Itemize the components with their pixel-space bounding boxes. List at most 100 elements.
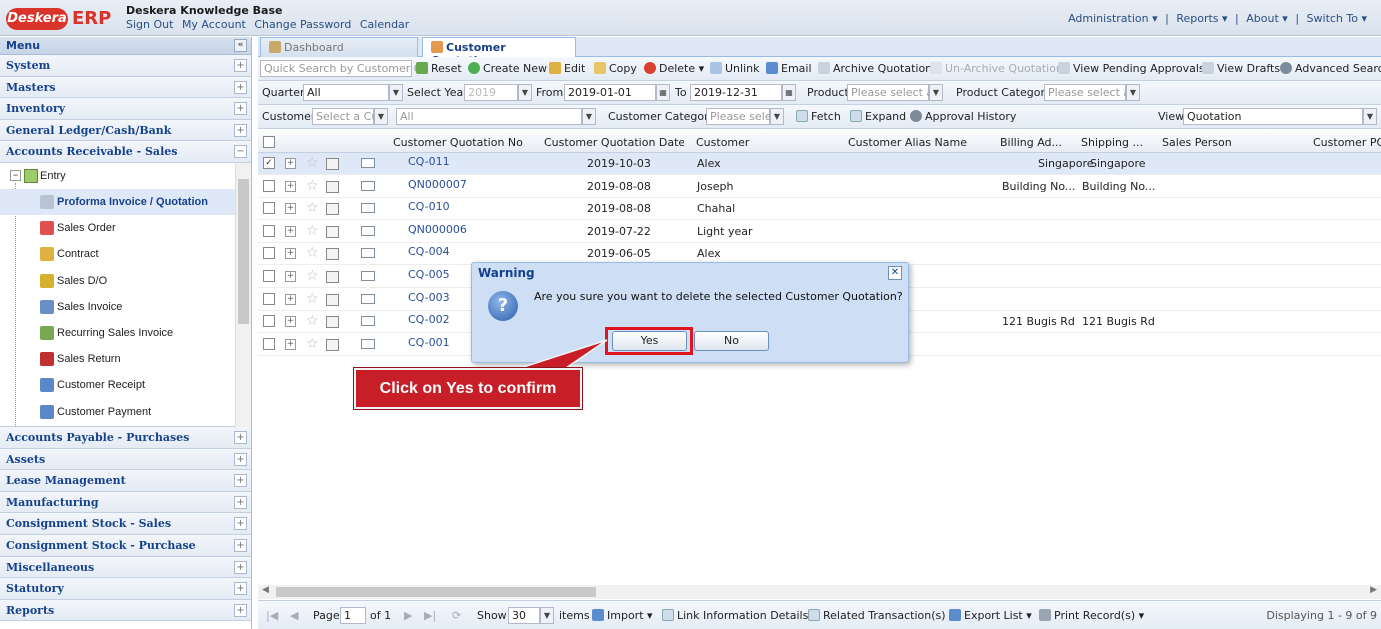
quotation-number[interactable]: CQ-011 xyxy=(408,155,450,168)
column-header[interactable]: Customer xyxy=(696,136,836,149)
calendar-icon[interactable]: ▦ xyxy=(656,84,670,101)
envelope-icon[interactable] xyxy=(361,271,375,281)
expand-icon[interactable]: + xyxy=(234,582,247,596)
envelope-icon[interactable] xyxy=(361,158,375,168)
scroll-right-icon[interactable]: ▶ xyxy=(1370,585,1377,595)
row-checkbox[interactable] xyxy=(263,179,275,192)
refresh-icon[interactable]: ⟳ xyxy=(452,609,461,622)
sidebar-item-contract[interactable]: Contract xyxy=(0,241,236,267)
envelope-icon[interactable] xyxy=(361,293,375,304)
view-pending-approvals-button[interactable]: View Pending Approvals xyxy=(1058,62,1205,75)
printer-icon[interactable] xyxy=(326,180,339,193)
quotation-number[interactable]: CQ-004 xyxy=(408,245,450,258)
deskera-logo[interactable]: Deskera ERP xyxy=(6,8,118,30)
printer-icon[interactable] xyxy=(326,338,339,351)
quotation-number[interactable]: CQ-002 xyxy=(408,313,450,326)
envelope-icon[interactable] xyxy=(361,316,375,327)
expand-row-icon[interactable]: + xyxy=(285,225,296,237)
view-select[interactable]: Quotation xyxy=(1183,108,1363,125)
expand-icon[interactable]: + xyxy=(234,560,247,574)
table-row[interactable]: + ☆ CQ-010 2019-08-08 Chahal xyxy=(258,198,1381,221)
expand-icon[interactable]: + xyxy=(234,452,247,466)
quotation-number[interactable]: CQ-001 xyxy=(408,336,450,349)
printer-icon[interactable] xyxy=(326,293,339,306)
product-select[interactable]: Please select a xyxy=(847,84,933,101)
expand-icon[interactable]: + xyxy=(234,603,247,617)
envelope-icon[interactable] xyxy=(361,225,375,236)
star-icon[interactable]: ☆ xyxy=(306,178,319,194)
sidebar-section-consignment-stock-purchase[interactable]: Consignment Stock - Purchase + xyxy=(0,534,251,557)
sidebar-item-sales-order[interactable]: Sales Order xyxy=(0,215,236,241)
sidebar-section-manufacturing[interactable]: Manufacturing + xyxy=(0,491,251,514)
printer-icon[interactable] xyxy=(326,225,339,238)
star-icon[interactable]: ☆ xyxy=(306,200,319,216)
expand-row-icon[interactable]: + xyxy=(285,338,296,350)
sidebar-section-masters[interactable]: Masters + xyxy=(0,76,251,99)
customer-filter-select[interactable]: All xyxy=(396,108,582,125)
sidebar-section-accounts-payable-purchases[interactable]: Accounts Payable - Purchases + xyxy=(0,426,251,449)
select-all-checkbox[interactable] xyxy=(263,136,275,148)
sidebar-section-reports[interactable]: Reports + xyxy=(0,599,251,622)
administration-menu[interactable]: Administration ▾ xyxy=(1068,12,1158,25)
chevron-down-icon[interactable]: ▼ xyxy=(389,84,403,101)
sidebar-section-miscellaneous[interactable]: Miscellaneous + xyxy=(0,556,251,579)
page-number-input[interactable]: 1 xyxy=(340,607,366,624)
my-account-link[interactable]: My Account xyxy=(182,18,246,31)
tab-dashboard[interactable]: Dashboard xyxy=(260,37,418,57)
row-checkbox[interactable] xyxy=(263,315,275,328)
column-header[interactable]: Customer Quotation Date... xyxy=(544,136,684,149)
archive-quotation-button[interactable]: Archive Quotation xyxy=(818,62,932,75)
horizontal-scrollbar[interactable]: ◀ ▶ xyxy=(258,585,1381,599)
column-header[interactable]: Customer PO xyxy=(1313,136,1381,149)
reports-menu[interactable]: Reports ▾ xyxy=(1176,12,1227,25)
delete-button[interactable]: Delete ▾ xyxy=(644,62,704,75)
sidebar-section-assets[interactable]: Assets + xyxy=(0,448,251,471)
sidebar-item-sales-invoice[interactable]: Sales Invoice xyxy=(0,294,236,320)
first-page-icon[interactable]: |◀ xyxy=(266,609,278,622)
sign-out-link[interactable]: Sign Out xyxy=(126,18,173,31)
table-row[interactable]: ✓ + ☆ CQ-011 2019-10-03 Alex Singapore Singapor… xyxy=(258,153,1381,175)
sidebar-section-consignment-stock-sales[interactable]: Consignment Stock - Sales + xyxy=(0,513,251,535)
chevron-down-icon[interactable]: ▼ xyxy=(540,607,554,624)
expand-row-icon[interactable]: + xyxy=(285,248,296,260)
envelope-icon[interactable] xyxy=(361,338,375,349)
tab-customer-quotation[interactable]: Customer Quotati...✕ xyxy=(422,37,576,67)
collapse-node-icon[interactable]: − xyxy=(10,169,21,181)
change-password-link[interactable]: Change Password xyxy=(254,18,351,31)
fetch-button[interactable]: Fetch xyxy=(796,110,841,123)
envelope-icon[interactable] xyxy=(361,248,375,259)
expand-row-icon[interactable]: + xyxy=(285,271,296,282)
table-row[interactable]: + ☆ QN000006 2019-07-22 Light year xyxy=(258,221,1381,243)
star-icon[interactable]: ☆ xyxy=(306,245,319,261)
collapse-sidebar-button[interactable]: « xyxy=(234,39,247,52)
printer-icon[interactable] xyxy=(326,158,339,170)
customer-select[interactable]: Select a Cu xyxy=(312,108,378,125)
column-header[interactable]: Sales Person xyxy=(1162,136,1302,149)
expand-icon[interactable]: + xyxy=(234,538,247,552)
quarter-select[interactable]: All xyxy=(303,84,389,101)
export-list-button[interactable]: Export List ▾ xyxy=(949,609,1032,622)
expand-icon[interactable]: + xyxy=(234,59,247,72)
column-header[interactable]: Customer Alias Name xyxy=(848,136,988,149)
sidebar-section-inventory[interactable]: Inventory + xyxy=(0,98,251,120)
chevron-down-icon[interactable]: ▼ xyxy=(770,108,784,125)
scrollbar-thumb[interactable] xyxy=(238,178,249,324)
column-header[interactable]: Billing Ad... xyxy=(1000,136,1072,149)
customer-category-select[interactable]: Please sele xyxy=(706,108,772,125)
product-category-select[interactable]: Please select a xyxy=(1044,84,1130,101)
row-checkbox[interactable] xyxy=(263,224,275,237)
yes-button[interactable]: Yes xyxy=(612,331,687,351)
expand-row-icon[interactable]: + xyxy=(285,203,296,215)
expand-icon[interactable]: + xyxy=(234,495,247,509)
approval-history-button[interactable]: Approval History xyxy=(910,110,1016,123)
last-page-icon[interactable]: ▶| xyxy=(424,609,436,622)
sidebar-item-recurring-sales-invoice[interactable]: Recurring Sales Invoice xyxy=(0,320,236,346)
calendar-link[interactable]: Calendar xyxy=(360,18,409,31)
expand-icon[interactable]: + xyxy=(234,102,247,116)
import-button[interactable]: Import ▾ xyxy=(592,609,653,622)
copy-button[interactable]: Copy xyxy=(594,62,637,75)
quotation-number[interactable]: CQ-003 xyxy=(408,291,450,304)
envelope-icon[interactable] xyxy=(361,203,375,214)
column-header[interactable]: Customer Quotation No xyxy=(393,136,533,149)
next-page-icon[interactable]: ▶ xyxy=(404,609,412,622)
